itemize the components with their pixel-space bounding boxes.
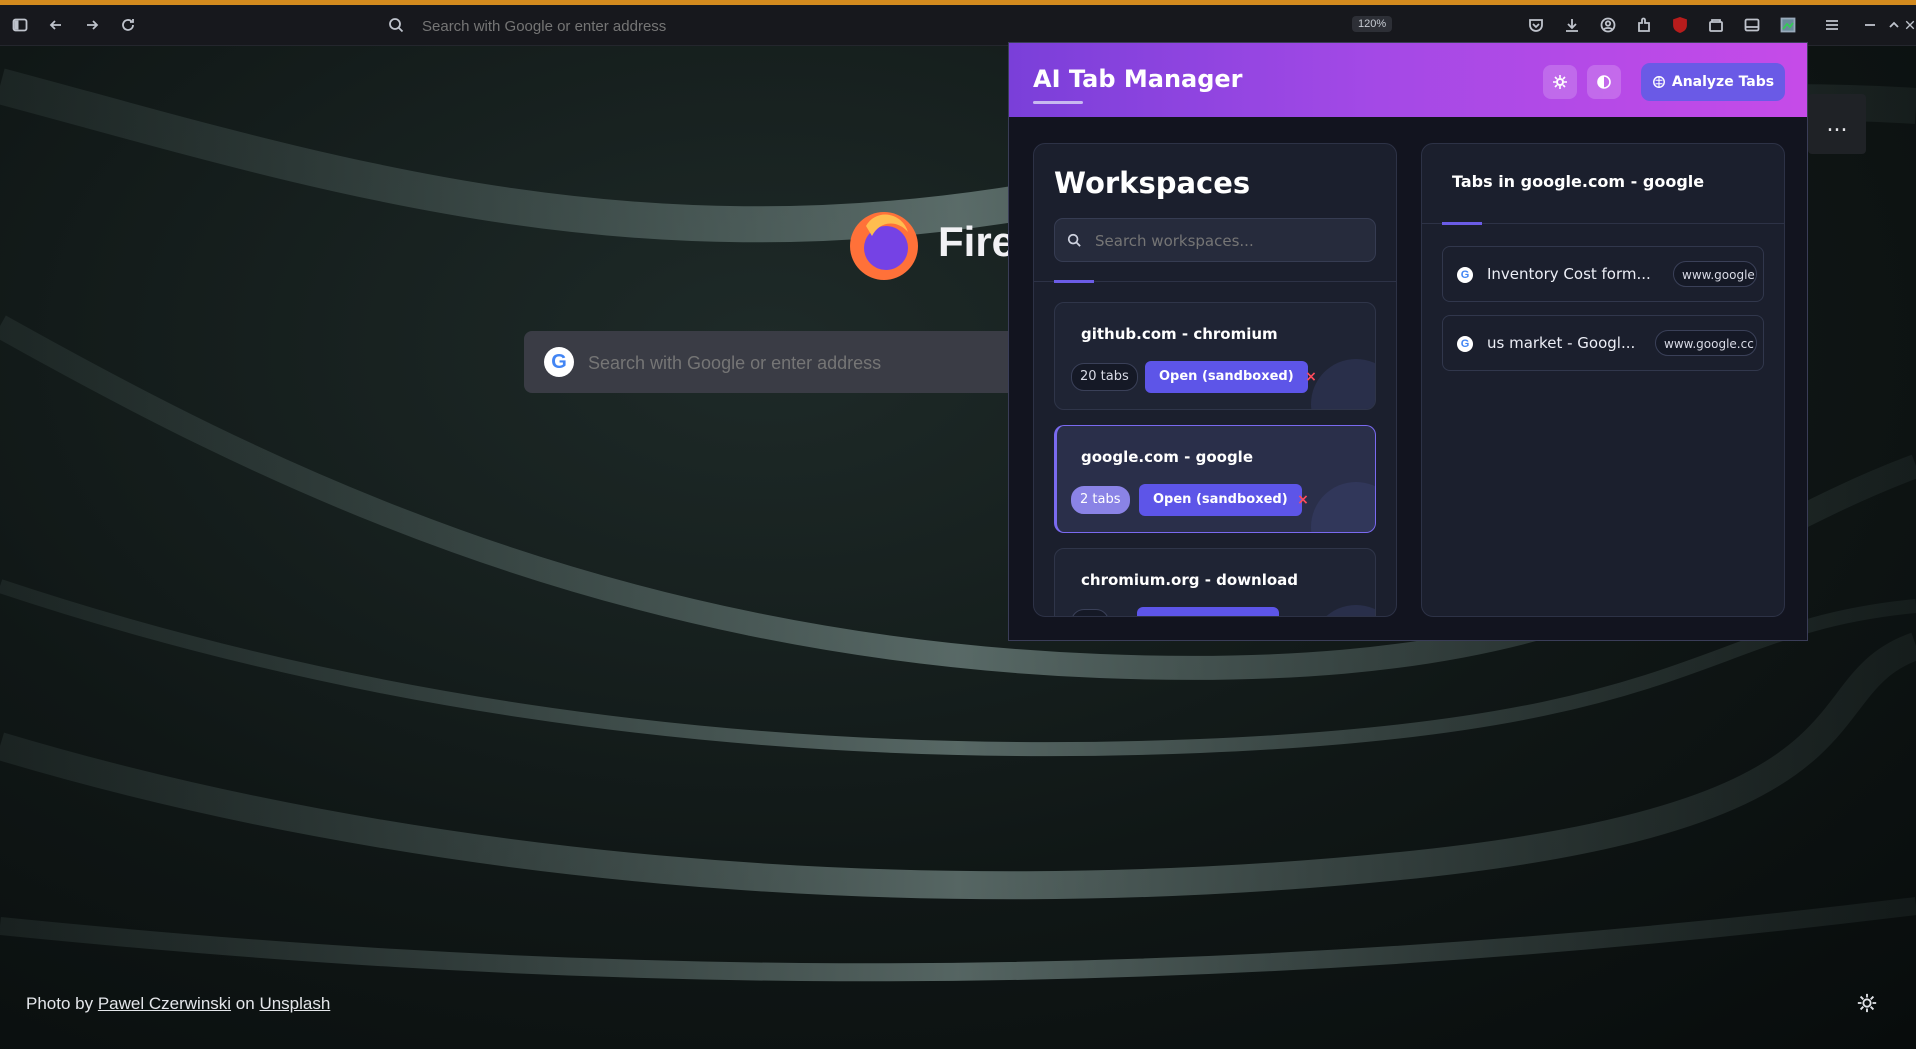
google-icon: G <box>544 347 574 377</box>
contrast-icon <box>1597 75 1611 89</box>
menu-icon[interactable] <box>1820 13 1844 37</box>
workspace-name: google.com - google <box>1081 448 1253 466</box>
tab-title: Inventory Cost form... <box>1487 265 1651 283</box>
analyze-tabs-button[interactable]: Analyze Tabs <box>1641 63 1785 101</box>
reload-icon[interactable] <box>116 13 140 37</box>
maximize-icon[interactable] <box>1882 13 1906 37</box>
close-icon[interactable] <box>1904 13 1916 37</box>
tab-item[interactable]: G us market - Googl... www.google.cc <box>1442 315 1764 371</box>
tab-item[interactable]: G Inventory Cost form... www.google <box>1442 246 1764 302</box>
card-decoration <box>1311 605 1375 616</box>
open-sandboxed-button[interactable]: Open (sandboxed) <box>1145 361 1308 393</box>
tabs-panel: Tabs in google.com - google G Inventory … <box>1421 143 1785 617</box>
forward-icon[interactable] <box>80 13 104 37</box>
url-input[interactable] <box>420 13 1304 39</box>
tab-count-badge: 20 tabs <box>1071 363 1138 391</box>
card-decoration <box>1311 482 1375 532</box>
analyze-tabs-label: Analyze Tabs <box>1671 74 1775 90</box>
firefox-logo <box>850 212 918 280</box>
sidebar-icon[interactable] <box>8 13 32 37</box>
workspaces-panel: Workspaces github.com - chromium 20 tabs… <box>1033 143 1397 617</box>
popup-title: AI Tab Manager <box>1033 65 1243 93</box>
tab-url-badge: www.google <box>1673 261 1757 287</box>
ai-tab-manager-popup: AI Tab Manager Analyze Tabs Workspaces g… <box>1008 42 1808 641</box>
tab-count-badge: 2 tabs <box>1071 486 1130 514</box>
divider-accent <box>1442 222 1482 225</box>
open-sandboxed-button[interactable]: Open (sandboxed) <box>1139 484 1302 516</box>
download-icon[interactable] <box>1560 13 1584 37</box>
workspace-name: github.com - chromium <box>1081 325 1278 343</box>
workspace-card[interactable]: chromium.org - download <box>1054 548 1376 616</box>
google-favicon-icon: G <box>1457 267 1473 283</box>
tab-url-badge: www.google.cc <box>1655 330 1757 356</box>
workspace-name: chromium.org - download <box>1081 571 1299 589</box>
pocket-icon[interactable] <box>1524 13 1548 37</box>
workspace-card-active[interactable]: google.com - google 2 tabs Open (sandbox… <box>1054 425 1376 533</box>
extensions-icon[interactable] <box>1632 13 1656 37</box>
workspace-search-input[interactable] <box>1093 228 1367 254</box>
ai-tab-manager-icon[interactable] <box>1776 13 1800 37</box>
search-icon <box>1067 233 1081 247</box>
tab-count-badge <box>1071 609 1109 616</box>
delete-workspace-button[interactable]: × <box>1293 488 1313 512</box>
workspace-search[interactable] <box>1054 218 1376 262</box>
ublock-icon[interactable] <box>1668 13 1692 37</box>
containers-icon[interactable] <box>1704 13 1728 37</box>
photo-credit: Photo by Pawel Czerwinski on Unsplash <box>26 994 330 1014</box>
popup-header: AI Tab Manager Analyze Tabs <box>1009 43 1807 117</box>
more-options-button[interactable]: ... <box>1808 94 1866 154</box>
back-icon[interactable] <box>44 13 68 37</box>
search-icon <box>389 18 404 33</box>
tabs-panel-title: Tabs in google.com - google <box>1452 172 1705 191</box>
credit-middle: on <box>235 994 255 1013</box>
sidebar-toggle-icon[interactable] <box>1740 13 1764 37</box>
browser-toolbar: 120% <box>0 5 1916 46</box>
title-underline <box>1033 101 1083 104</box>
settings-button[interactable] <box>1543 65 1577 99</box>
credit-author-link[interactable]: Pawel Czerwinski <box>98 994 231 1013</box>
workspaces-title: Workspaces <box>1054 166 1251 200</box>
url-bar[interactable] <box>380 13 1390 39</box>
brain-icon <box>1652 76 1665 88</box>
credit-site-link[interactable]: Unsplash <box>259 994 330 1013</box>
open-sandboxed-button[interactable] <box>1137 607 1279 616</box>
google-favicon-icon: G <box>1457 336 1473 352</box>
firefox-wordmark: Fire <box>938 218 1016 265</box>
newtab-search-input[interactable] <box>586 345 1070 381</box>
gear-icon <box>1553 75 1567 89</box>
divider-accent <box>1054 280 1094 283</box>
tab-title: us market - Googl... <box>1487 334 1636 352</box>
workspace-card[interactable]: github.com - chromium 20 tabs Open (sand… <box>1054 302 1376 410</box>
gear-icon[interactable] <box>1856 992 1878 1014</box>
theme-toggle-button[interactable] <box>1587 65 1621 99</box>
credit-prefix: Photo by <box>26 994 94 1013</box>
account-icon[interactable] <box>1596 13 1620 37</box>
delete-workspace-button[interactable]: × <box>1301 365 1321 389</box>
zoom-indicator[interactable]: 120% <box>1352 16 1393 32</box>
minimize-icon[interactable] <box>1858 13 1882 37</box>
